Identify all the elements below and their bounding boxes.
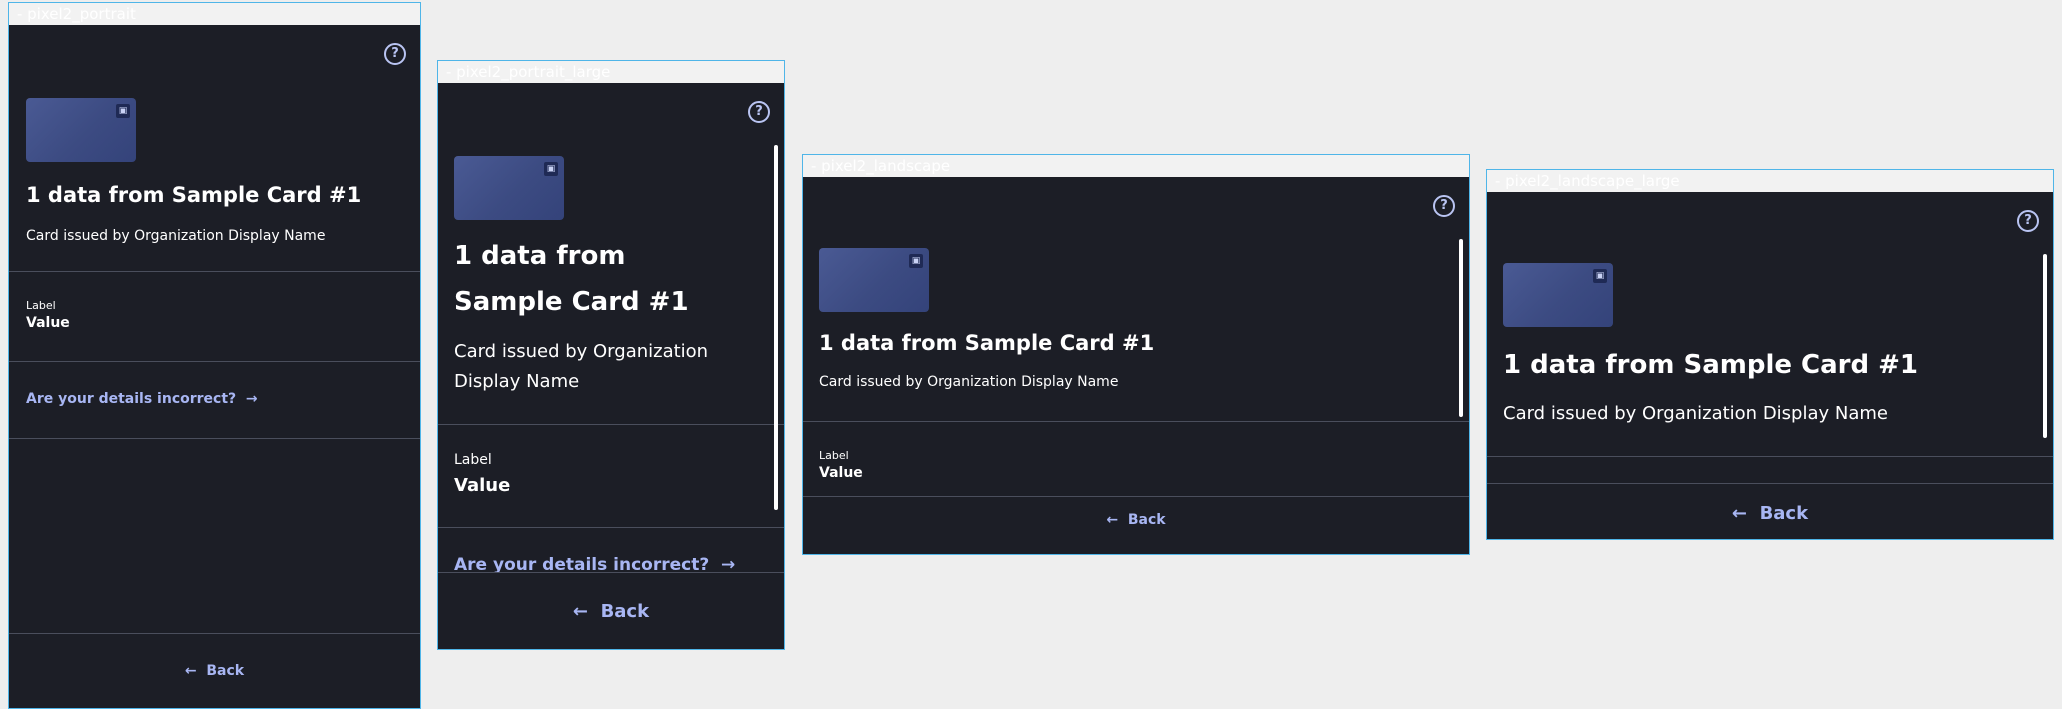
device-frame-landscape: - pixel2_landscape ? ▣ 1 data from Sampl… <box>802 154 1470 555</box>
screen: ? ▣ 1 data from Sample Card #1 Card issu… <box>9 25 420 708</box>
screen: ? ▣ 1 data from Sample Card #1 Card issu… <box>438 83 784 649</box>
back-button[interactable]: ← Back <box>1487 503 2053 524</box>
scrollbar[interactable] <box>2043 254 2047 438</box>
field-value: Value <box>819 465 863 481</box>
back-label: Back <box>600 601 650 622</box>
field-label: Label <box>819 449 849 462</box>
back-button[interactable]: ← Back <box>438 601 784 622</box>
device-frame-landscape-large: - pixel2_landscape_large ? ▣ 1 data from… <box>1486 169 2054 540</box>
device-frame-portrait-large: - pixel2_portrait_large ? ▣ 1 data from … <box>437 60 785 650</box>
page-title: 1 data from Sample Card #1 <box>454 241 689 317</box>
screen: ? ▣ 1 data from Sample Card #1 Card issu… <box>1487 192 2053 539</box>
field-label: Label <box>454 452 492 468</box>
page-title: 1 data from Sample Card #1 <box>26 183 362 207</box>
divider <box>1487 483 2053 484</box>
divider <box>1487 456 2053 457</box>
back-button[interactable]: ← Back <box>9 663 420 679</box>
page-subtitle: Card issued by Organization Display Name <box>454 341 709 392</box>
page-subtitle: Card issued by Organization Display Name <box>26 228 326 244</box>
back-button[interactable]: ← Back <box>803 512 1469 528</box>
page-title: 1 data from Sample Card #1 <box>1503 350 1919 380</box>
help-icon[interactable]: ? <box>2017 210 2039 232</box>
divider <box>9 271 420 272</box>
divider <box>9 438 420 439</box>
card-logo-icon: ▣ <box>116 104 130 118</box>
page-subtitle: Card issued by Organization Display Name <box>1503 403 1888 424</box>
card-thumbnail: ▣ <box>26 98 136 162</box>
divider <box>9 361 420 362</box>
divider <box>438 527 784 528</box>
field-label: Label <box>26 299 56 312</box>
card-logo-icon: ▣ <box>544 162 558 176</box>
page-subtitle: Card issued by Organization Display Name <box>819 374 1119 390</box>
frame-label: - pixel2_portrait <box>9 3 420 25</box>
screen: ? ▣ 1 data from Sample Card #1 Card issu… <box>803 177 1469 554</box>
field-value: Value <box>454 475 511 496</box>
frame-label: - pixel2_landscape <box>803 155 1469 177</box>
arrow-left-icon: ← <box>572 601 589 622</box>
arrow-left-icon: ← <box>1731 503 1748 524</box>
details-incorrect-link[interactable]: Are your details incorrect? → <box>26 391 258 407</box>
card-thumbnail: ▣ <box>454 156 564 220</box>
back-label: Back <box>1759 503 1809 524</box>
card-thumbnail: ▣ <box>819 248 929 312</box>
card-thumbnail: ▣ <box>1503 263 1613 327</box>
divider <box>9 633 420 634</box>
divider <box>438 424 784 425</box>
frame-label: - pixel2_portrait_large <box>438 61 784 83</box>
back-label: Back <box>206 663 245 679</box>
page-title: 1 data from Sample Card #1 <box>819 331 1155 355</box>
help-icon[interactable]: ? <box>748 101 770 123</box>
device-frame-portrait: - pixel2_portrait ? ▣ 1 data from Sample… <box>8 2 421 709</box>
scrollbar[interactable] <box>774 145 778 510</box>
field-value: Value <box>26 315 70 331</box>
divider <box>803 496 1469 497</box>
scrollbar[interactable] <box>1459 239 1463 417</box>
help-icon[interactable]: ? <box>384 43 406 65</box>
card-logo-icon: ▣ <box>1593 269 1607 283</box>
card-logo-icon: ▣ <box>909 254 923 268</box>
link-text: Are your details incorrect? <box>26 391 237 407</box>
back-label: Back <box>1127 512 1166 528</box>
divider <box>803 421 1469 422</box>
arrow-left-icon: ← <box>1106 512 1119 528</box>
arrow-left-icon: ← <box>184 663 197 679</box>
frame-label: - pixel2_landscape_large <box>1487 170 2053 192</box>
help-icon[interactable]: ? <box>1433 195 1455 217</box>
arrow-right-icon: → <box>245 391 258 407</box>
